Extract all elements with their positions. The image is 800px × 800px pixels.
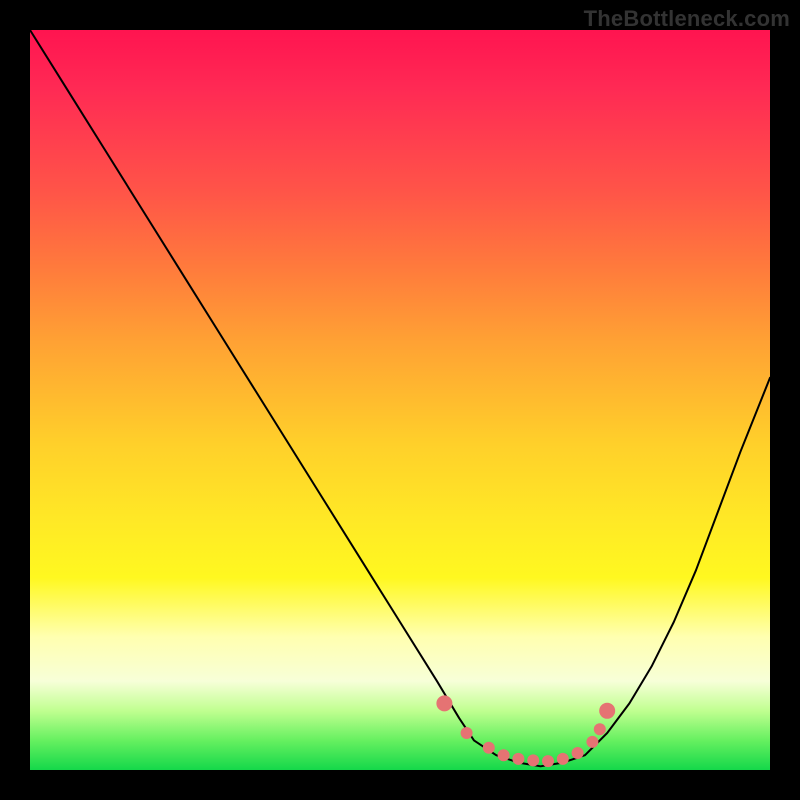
highlight-dot <box>483 742 495 754</box>
highlight-dot <box>572 747 584 759</box>
highlight-dot <box>542 755 554 767</box>
chart-frame: TheBottleneck.com <box>0 0 800 800</box>
highlight-dot <box>498 749 510 761</box>
highlight-dot <box>586 736 598 748</box>
bottleneck-curve <box>30 30 770 766</box>
plot-area <box>30 30 770 770</box>
highlight-dot <box>594 723 606 735</box>
chart-svg <box>30 30 770 770</box>
highlight-dots-group <box>436 695 615 767</box>
watermark-text: TheBottleneck.com <box>584 6 790 32</box>
highlight-dot <box>557 753 569 765</box>
highlight-dot <box>436 695 452 711</box>
highlight-dot <box>599 703 615 719</box>
highlight-dot <box>527 754 539 766</box>
highlight-dot <box>461 727 473 739</box>
highlight-dot <box>512 753 524 765</box>
